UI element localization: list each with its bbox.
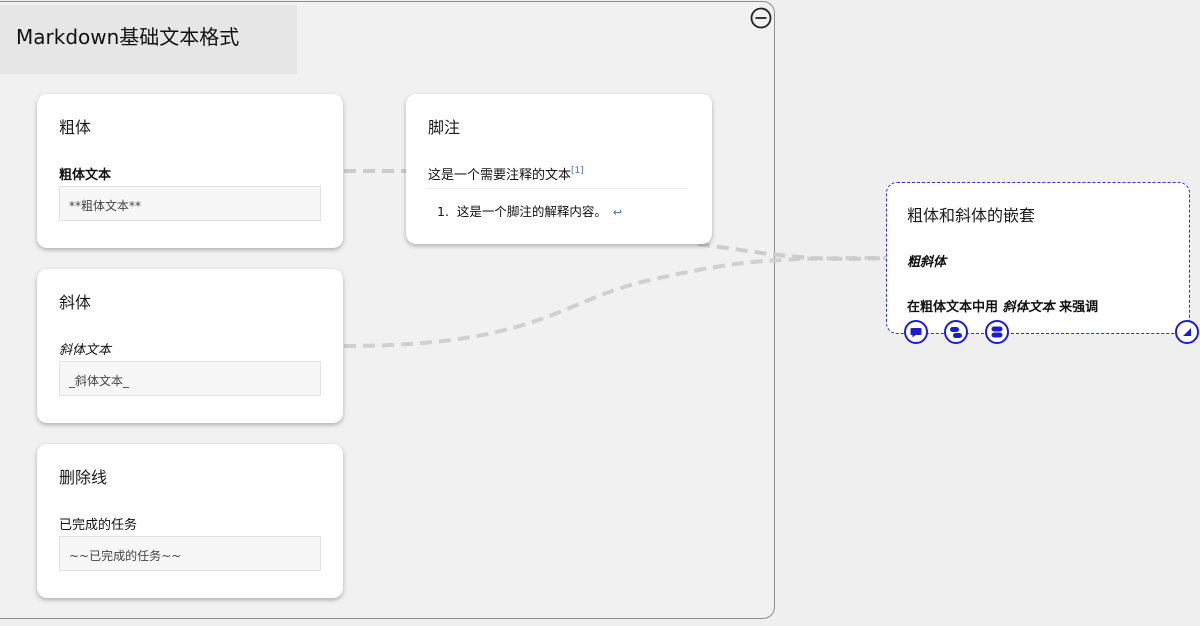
nested-emphasis-text: 在粗体文本中用 斜体文本 来强调 bbox=[907, 296, 1098, 315]
comment-icon[interactable] bbox=[904, 320, 928, 344]
card-title: 脚注 bbox=[428, 118, 461, 137]
footnote-number: 1. bbox=[437, 204, 449, 219]
footnote-item: 1. 这是一个脚注的解释内容。 ↩ bbox=[437, 201, 622, 220]
text-suffix: 来强调 bbox=[1059, 300, 1099, 315]
footnote-text: 这是一个需要注释的文本[1] bbox=[428, 164, 584, 183]
footnote-backref-icon[interactable]: ↩ bbox=[613, 206, 622, 219]
bold-italic-text: 粗斜体 bbox=[907, 255, 947, 270]
markdown-source-field[interactable]: _斜体文本_ bbox=[59, 361, 321, 396]
card-title: 粗体 bbox=[59, 118, 92, 137]
card-bold[interactable]: 粗体 粗体文本 **粗体文本** bbox=[37, 94, 343, 248]
card-label: 粗体文本 bbox=[59, 168, 112, 183]
card-italic[interactable]: 斜体 斜体文本 _斜体文本_ bbox=[37, 269, 343, 423]
card-label: 已完成的任务 bbox=[59, 518, 138, 533]
markdown-source-field[interactable]: ~~已完成的任务~~ bbox=[59, 536, 321, 571]
markdown-source-field[interactable]: **粗体文本** bbox=[59, 186, 321, 221]
footnote-item-text: 这是一个脚注的解释内容。 bbox=[456, 204, 607, 219]
card-strikethrough[interactable]: 删除线 已完成的任务 ~~已完成的任务~~ bbox=[37, 444, 343, 598]
card-title: 粗体和斜体的嵌套 bbox=[907, 206, 1036, 225]
footnote-body: 这是一个需要注释的文本 bbox=[428, 168, 572, 183]
node-stack-icon[interactable] bbox=[985, 320, 1009, 344]
resize-icon[interactable] bbox=[1175, 320, 1199, 344]
footnote-ref-link[interactable]: [1] bbox=[571, 166, 584, 176]
card-title: 删除线 bbox=[59, 468, 108, 487]
card-footnote[interactable]: 脚注 这是一个需要注释的文本[1] 1. 这是一个脚注的解释内容。 ↩ bbox=[406, 94, 712, 244]
canvas: Markdown基础文本格式 粗体 粗体文本 **粗体文本** 斜体 斜体文本 … bbox=[0, 0, 1200, 626]
card-label: 斜体文本 bbox=[59, 343, 112, 358]
italic-text: 斜体文本 bbox=[1002, 300, 1055, 315]
card-bold-italic-nesting[interactable]: 粗体和斜体的嵌套 粗斜体 在粗体文本中用 斜体文本 来强调 bbox=[886, 182, 1190, 334]
node-group-icon[interactable] bbox=[944, 320, 968, 344]
text-prefix: 在粗体文本中用 bbox=[907, 300, 999, 315]
edge-footnote-selected bbox=[697, 242, 887, 261]
card-title: 斜体 bbox=[59, 293, 92, 312]
edge-italic-selected bbox=[343, 256, 887, 348]
footnote-divider bbox=[428, 188, 688, 189]
